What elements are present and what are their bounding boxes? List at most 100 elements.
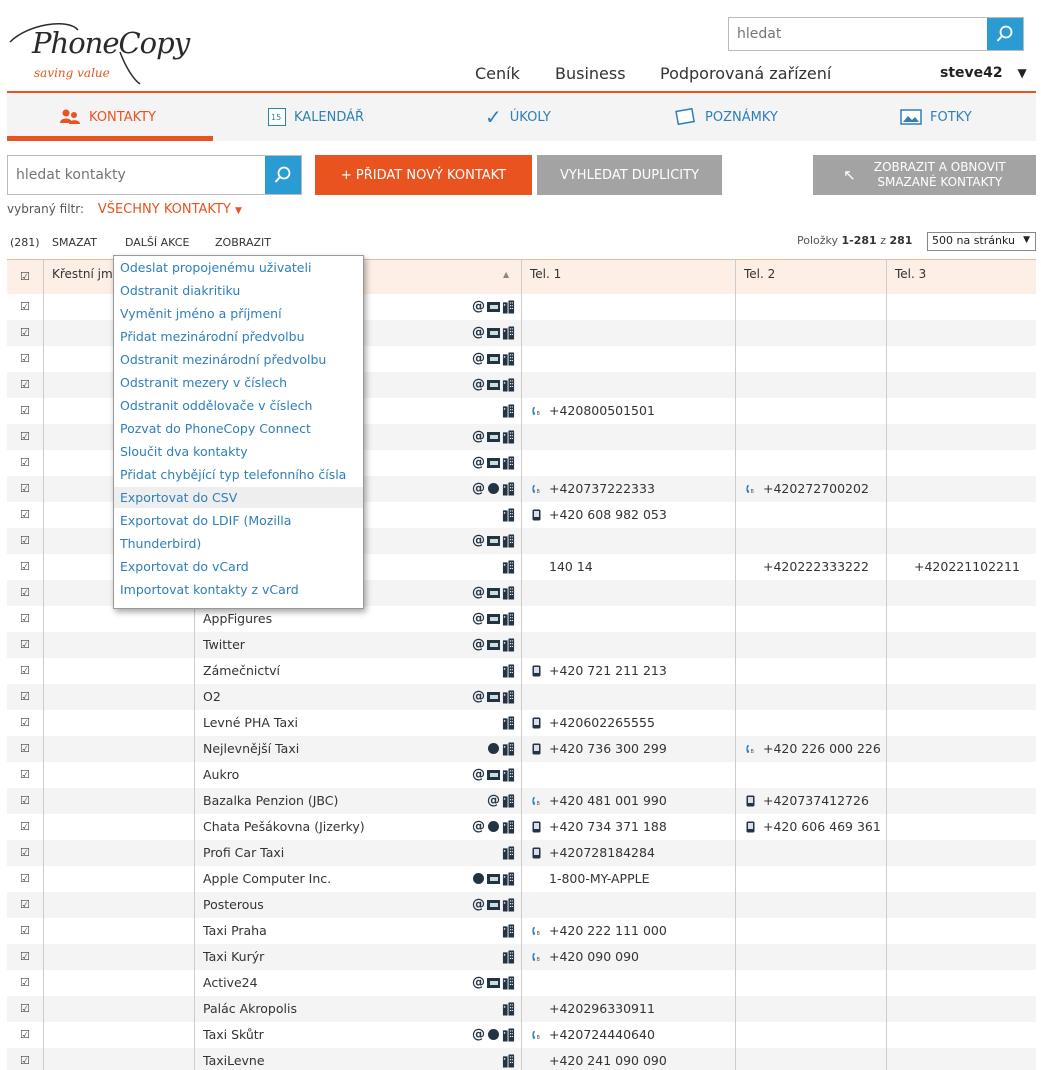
tel1-value[interactable]: B +420724440640 [532,1027,655,1042]
row-checkbox[interactable]: ☑ [20,1055,31,1066]
tab-tasks[interactable]: ✓ ÚKOLY [485,93,551,141]
find-duplicates-button[interactable]: VYHLEDAT DUPLICITY [537,155,722,195]
row-checkbox[interactable]: ☑ [20,821,31,832]
menu-item[interactable]: Odeslat propojenému uživateli [114,257,363,278]
contact-name[interactable]: AppFigures [203,611,272,626]
tel1-value[interactable]: +420 734 371 188 [532,819,667,834]
contact-name[interactable]: Active24 [203,975,258,990]
tel2-value[interactable]: +420 606 469 361 [746,819,881,834]
contact-name[interactable]: Chata Pešákovna (Jizerky) [203,819,365,834]
row-checkbox[interactable]: ☑ [20,587,31,598]
row-checkbox[interactable]: ☑ [20,1003,31,1014]
more-actions[interactable]: DALŠÍ AKCE [125,236,189,249]
row-checkbox[interactable]: ☑ [20,795,31,806]
tel2-value[interactable]: B +420 226 000 226 [746,741,881,756]
user-menu[interactable]: steve42 ▼ [940,65,1027,81]
tel1-value[interactable]: B +420 481 001 990 [532,793,667,808]
menu-item[interactable]: Exportovat do LDIF (Mozilla [114,510,363,531]
contact-name[interactable]: Zámečnictví [203,663,280,678]
tab-calendar[interactable]: 15 KALENDÁŘ [268,93,364,141]
filter-select[interactable]: VŠECHNY KONTAKTY ▼ [98,202,242,217]
menu-item[interactable]: Přidat mezinárodní předvolbu [114,326,363,347]
row-checkbox[interactable]: ☑ [20,1029,31,1040]
row-checkbox[interactable]: ☑ [20,379,31,390]
nav-pricing[interactable]: Ceník [475,64,520,83]
row-checkbox[interactable]: ☑ [20,743,31,754]
contact-name[interactable]: Aukro [203,767,239,782]
row-checkbox[interactable]: ☑ [20,327,31,338]
row-checkbox[interactable]: ☑ [20,561,31,572]
menu-item[interactable]: Odstranit oddělovače v číslech [114,395,363,416]
contact-search-input[interactable] [8,156,265,194]
menu-item[interactable]: Vyměnit jméno a příjmení [114,303,363,324]
tel2-value[interactable]: B +420272700202 [746,481,869,496]
contact-name[interactable]: O2 [203,689,221,704]
menu-item[interactable]: Přidat chybějící typ telefonního čísla [114,464,363,485]
menu-item[interactable]: Odstranit mezery v číslech [114,372,363,393]
menu-item[interactable]: Importovat kontakty z vCard [114,579,363,600]
tel1-value[interactable]: B +420 222 111 000 [532,923,667,938]
row-checkbox[interactable]: ☑ [20,691,31,702]
contact-name[interactable]: Taxi Kurýr [203,949,264,964]
menu-item[interactable]: Sloučit dva kontakty [114,441,363,462]
tel3-value[interactable]: +420221102211 [897,559,1020,574]
contact-name[interactable]: Apple Computer Inc. [203,871,331,886]
tel1-value[interactable]: B +420 090 090 [532,949,639,964]
contact-name[interactable]: Taxi Praha [203,923,267,938]
tab-notes[interactable]: POZNÁMKY [675,93,778,141]
row-checkbox[interactable]: ☑ [20,665,31,676]
row-checkbox[interactable]: ☑ [20,977,31,988]
contact-name[interactable]: TaxiLevne [203,1053,265,1068]
menu-item[interactable]: Exportovat do vCard [114,556,363,577]
col-tel2[interactable]: Tel. 2 [744,267,775,281]
menu-item[interactable]: Exportovat do CSV [114,487,363,508]
row-checkbox[interactable]: ☑ [20,847,31,858]
row-checkbox[interactable]: ☑ [20,509,31,520]
select-all-checkbox[interactable]: ☑ [20,271,31,282]
tel2-value[interactable]: +420222333222 [746,559,869,574]
tel1-value[interactable]: +420 608 982 053 [532,507,667,522]
tab-photos[interactable]: FOTKY [900,93,972,141]
row-checkbox[interactable]: ☑ [20,639,31,650]
view-action[interactable]: ZOBRAZIT [215,236,271,249]
row-checkbox[interactable]: ☑ [20,899,31,910]
row-checkbox[interactable]: ☑ [20,717,31,728]
col-tel3[interactable]: Tel. 3 [895,267,926,281]
menu-item[interactable]: Odstranit mezinárodní předvolbu [114,349,363,370]
contact-name[interactable]: Nejlevnější Taxi [203,741,299,756]
tel2-value[interactable]: +420737412726 [746,793,869,808]
row-checkbox[interactable]: ☑ [20,613,31,624]
tel1-value[interactable]: 1-800-MY-APPLE [532,871,650,886]
tel1-value[interactable]: +420 736 300 299 [532,741,667,756]
contact-name[interactable]: Twitter [203,637,245,652]
tel1-value[interactable]: +420 721 211 213 [532,663,667,678]
contact-search-button[interactable] [265,156,301,194]
tel1-value[interactable]: B +420800501501 [532,403,655,418]
row-checkbox[interactable]: ☑ [20,951,31,962]
site-search-input[interactable] [729,18,987,50]
tel1-value[interactable]: B +420737222333 [532,481,655,496]
restore-deleted-button[interactable]: ↖ ZOBRAZIT A OBNOVIT SMAZANÉ KONTAKTY [813,155,1036,195]
row-checkbox[interactable]: ☑ [20,431,31,442]
row-checkbox[interactable]: ☑ [20,535,31,546]
tel1-value[interactable]: +420728184284 [532,845,655,860]
row-checkbox[interactable]: ☑ [20,405,31,416]
row-checkbox[interactable]: ☑ [20,769,31,780]
row-checkbox[interactable]: ☑ [20,483,31,494]
tel1-value[interactable]: +420296330911 [532,1001,655,1016]
delete-action[interactable]: SMAZAT [52,236,97,249]
per-page-select[interactable]: 500 na stránku ▼ [927,232,1036,251]
menu-item[interactable]: Thunderbird) [114,533,363,554]
tab-contacts[interactable]: KONTAKTY [59,93,156,141]
contact-name[interactable]: Palác Akropolis [203,1001,297,1016]
menu-item[interactable]: Pozvat do PhoneCopy Connect [114,418,363,439]
contact-name[interactable]: Bazalka Penzion (JBC) [203,793,338,808]
menu-item[interactable]: Odstranit diakritiku [114,280,363,301]
nav-supported-devices[interactable]: Podporovaná zařízení [660,64,831,83]
contact-name[interactable]: Taxi Skůtr [203,1027,264,1042]
row-checkbox[interactable]: ☑ [20,353,31,364]
tel1-value[interactable]: 140 14 [532,559,593,574]
contact-name[interactable]: Levné PHA Taxi [203,715,298,730]
sort-asc-icon[interactable]: ▲ [503,270,509,279]
nav-business[interactable]: Business [555,64,626,83]
